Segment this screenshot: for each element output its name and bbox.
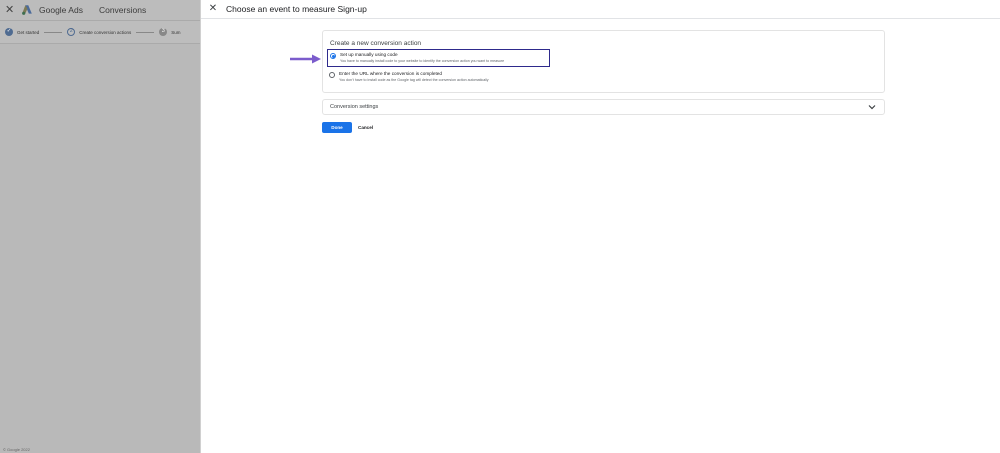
step-separator xyxy=(44,31,63,33)
cancel-button[interactable]: Cancel xyxy=(354,122,377,133)
background-step-2: 2 Create conversion actions xyxy=(67,28,131,36)
background-step-3: 3 Sum xyxy=(159,28,181,36)
create-conversion-card: Create a new conversion action Set up ma… xyxy=(322,30,885,93)
background-page-title: Conversions xyxy=(98,5,147,15)
close-icon[interactable]: ✕ xyxy=(208,4,218,14)
option-description: You have to manually install code to you… xyxy=(340,58,505,63)
done-button[interactable]: Done xyxy=(322,122,352,133)
radio-unchecked-icon[interactable] xyxy=(329,72,335,78)
background-top-bar: ✕ Google Ads Conversions xyxy=(0,0,200,20)
option-label: Enter the URL where the conversion is co… xyxy=(339,71,443,76)
background-step-1: ✓ Get started xyxy=(5,28,39,36)
option-url[interactable]: Enter the URL where the conversion is co… xyxy=(329,71,489,82)
step-separator xyxy=(136,31,155,33)
chevron-down-icon[interactable] xyxy=(868,104,876,110)
google-ads-logo-icon xyxy=(22,5,32,15)
radio-checked-icon[interactable] xyxy=(330,53,336,59)
option-text: Enter the URL where the conversion is co… xyxy=(339,71,489,82)
background-brand-name: Google Ads xyxy=(39,5,83,15)
conversion-settings-expander[interactable]: Conversion settings xyxy=(322,99,885,115)
dialog-header: ✕ Choose an event to measure Sign-up xyxy=(201,0,1000,19)
background-app: ✕ Google Ads Conversions ✓ Get started 2… xyxy=(0,0,200,453)
option-text: Set up manually using code You have to m… xyxy=(340,52,504,63)
check-icon: ✓ xyxy=(5,28,13,36)
background-stepper: ✓ Get started 2 Create conversion action… xyxy=(0,20,200,44)
step-number: 2 xyxy=(67,28,76,36)
step-label: Sum xyxy=(171,29,181,35)
choose-event-dialog: ✕ Choose an event to measure Sign-up Cre… xyxy=(200,0,1000,453)
step-label: Get started xyxy=(17,29,40,35)
arrow-right-icon xyxy=(290,54,321,64)
card-title: Create a new conversion action xyxy=(330,40,422,47)
step-label: Create conversion actions xyxy=(79,29,132,35)
option-description: You don't have to install code as the Go… xyxy=(339,77,489,82)
option-manual-code[interactable]: Set up manually using code You have to m… xyxy=(327,49,550,67)
background-close-icon: ✕ xyxy=(5,3,15,16)
background-footer: © Google 2022 xyxy=(3,447,30,452)
option-label: Set up manually using code xyxy=(340,52,398,57)
settings-label: Conversion settings xyxy=(330,104,379,110)
step-number: 3 xyxy=(159,28,168,36)
dialog-title: Choose an event to measure Sign-up xyxy=(226,4,367,14)
